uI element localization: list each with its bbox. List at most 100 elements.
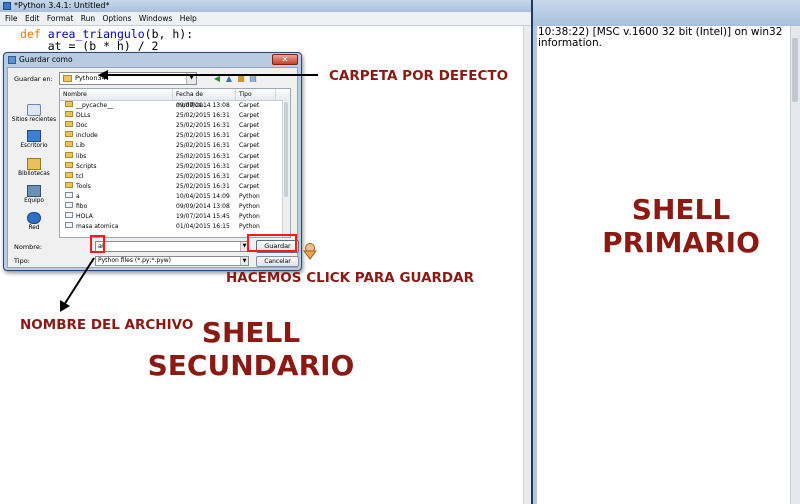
file-type: Carpet xyxy=(239,142,260,150)
filename-highlight-box xyxy=(90,235,105,253)
file-date: 25/02/2015 16:31 xyxy=(176,182,230,190)
code-line-2: at = (b * h) / 2 xyxy=(20,39,159,53)
file-date: 25/02/2015 16:31 xyxy=(176,122,230,130)
file-type: Carpet xyxy=(239,112,260,120)
libraries-icon xyxy=(27,158,41,170)
file-type: Carpet xyxy=(239,172,260,180)
folder-icon xyxy=(65,121,73,128)
shell-scrollbar[interactable] xyxy=(790,26,800,504)
annotation-click-to-save: HACEMOS CLICK PARA GUARDAR xyxy=(226,270,474,286)
place-network[interactable]: Red xyxy=(11,212,57,238)
place-libraries[interactable]: Bibliotecas xyxy=(11,158,57,184)
filetype-label: Tipo: xyxy=(14,257,30,265)
column-type[interactable]: Tipo xyxy=(236,89,276,100)
file-row[interactable]: fibo 09/09/2014 13:08 Python xyxy=(60,202,282,212)
file-name: tcl xyxy=(76,172,84,180)
shell-text: 10:38:22) [MSC v.1600 32 bit (Intel)] on… xyxy=(538,27,782,49)
file-row[interactable]: a 10/04/2015 14:09 Python xyxy=(60,191,282,202)
folder-icon xyxy=(65,111,73,118)
file-type: Carpet xyxy=(239,102,260,109)
desktop-icon xyxy=(27,130,41,142)
file-row[interactable]: HOLA 19/07/2014 15:45 Python xyxy=(60,212,282,222)
place-computer[interactable]: Equipo xyxy=(11,185,57,211)
file-type: Carpet xyxy=(239,132,260,140)
dialog-close-button[interactable]: ✕ xyxy=(272,54,298,65)
file-date: 25/02/2015 16:31 xyxy=(176,162,230,170)
file-row[interactable]: Scripts 25/02/2015 16:31 Carpet xyxy=(60,161,282,172)
file-list-scrollbar[interactable] xyxy=(282,100,290,237)
filetype-select[interactable]: Python files (*.py;*.pyw) ▼ xyxy=(95,256,249,266)
column-name[interactable]: Nombre xyxy=(60,89,173,100)
shell-output-area[interactable]: 10:38:22) [MSC v.1600 32 bit (Intel)] on… xyxy=(537,26,790,504)
save-button-highlight-box xyxy=(247,234,297,252)
menu-windows[interactable]: Windows xyxy=(139,12,172,25)
network-icon xyxy=(27,212,41,224)
file-row[interactable]: libs 25/02/2015 16:31 Carpet xyxy=(60,151,282,162)
back-icon[interactable]: ◀ xyxy=(212,74,222,83)
editor-menubar: File Edit Format Run Options Windows Hel… xyxy=(0,12,531,26)
file-list-scroll-thumb[interactable] xyxy=(284,102,288,197)
menu-file[interactable]: File xyxy=(5,12,18,25)
menu-format[interactable]: Format xyxy=(47,12,73,25)
file-type: Carpet xyxy=(239,182,260,190)
new-folder-icon[interactable]: ■ xyxy=(236,74,246,83)
folder-icon xyxy=(65,131,73,138)
place-desktop[interactable]: Escritorio xyxy=(11,130,57,156)
menu-help[interactable]: Help xyxy=(180,12,197,25)
filename-input[interactable]: at ▼ xyxy=(95,241,249,252)
python-file-icon xyxy=(65,222,73,229)
file-row[interactable]: __pycache__ 09/09/2014 13:08 Carpet xyxy=(60,101,282,111)
file-row[interactable]: masa atomica 01/04/2015 16:15 Python xyxy=(60,222,282,232)
recent-places-icon xyxy=(27,104,41,116)
hand-cursor-icon xyxy=(303,243,317,260)
file-type: Python xyxy=(239,213,260,221)
file-name: fibo xyxy=(76,203,88,210)
place-label: Red xyxy=(28,225,40,231)
annotation-primary-shell-line-2: PRIMARIO xyxy=(602,226,760,259)
file-type: Python xyxy=(239,192,260,200)
file-date: 09/09/2014 13:08 xyxy=(176,203,230,210)
file-name: Tools xyxy=(76,182,91,190)
dialog-title-bar[interactable]: Guardar como ✕ xyxy=(4,53,301,67)
place-label: Sitios recientes xyxy=(11,117,57,123)
menu-run[interactable]: Run xyxy=(81,12,95,25)
file-row[interactable]: DLLs 25/02/2015 16:31 Carpet xyxy=(60,111,282,121)
save-in-value: Python34 xyxy=(75,74,106,82)
chevron-down-icon[interactable]: ▼ xyxy=(240,257,248,265)
file-list-header: Nombre Fecha de modifica... Tipo xyxy=(60,89,290,109)
file-name: include xyxy=(76,132,98,140)
file-row[interactable]: Lib 25/02/2015 16:31 Carpet xyxy=(60,141,282,151)
places-bar: Sitios recientes Escritorio Bibliotecas … xyxy=(11,88,57,240)
file-date: 25/02/2015 16:31 xyxy=(176,152,230,160)
file-name: Scripts xyxy=(76,162,97,170)
file-date: 25/02/2015 16:31 xyxy=(176,142,230,150)
filename-label: Nombre: xyxy=(14,243,43,251)
place-recent[interactable]: Sitios recientes xyxy=(11,104,57,130)
annotation-primary-shell: SHELL PRIMARIO xyxy=(596,193,766,259)
up-folder-icon[interactable]: ▲ xyxy=(224,74,234,83)
view-menu-icon[interactable]: ▤ xyxy=(248,74,258,83)
file-name: Lib xyxy=(76,142,85,150)
menu-options[interactable]: Options xyxy=(102,12,131,25)
file-row[interactable]: Tools 25/02/2015 16:31 Carpet xyxy=(60,181,282,192)
cancel-button[interactable]: Cancelar xyxy=(256,256,299,267)
annotation-primary-shell-line-1: SHELL xyxy=(631,193,731,226)
save-in-dropdown[interactable]: Python34 ▼ xyxy=(59,72,197,85)
file-row[interactable]: Doc 25/02/2015 16:31 Carpet xyxy=(60,121,282,131)
editor-title-bar[interactable]: *Python 3.4.1: Untitled* xyxy=(0,0,531,12)
chevron-down-icon[interactable]: ▼ xyxy=(186,73,196,84)
file-type: Python xyxy=(239,203,260,210)
menu-edit[interactable]: Edit xyxy=(25,12,40,25)
file-name: masa atomica xyxy=(76,223,119,231)
folder-icon xyxy=(65,101,73,107)
shell-scroll-thumb[interactable] xyxy=(792,38,798,102)
file-row[interactable]: tcl 25/02/2015 16:31 Carpet xyxy=(60,171,282,182)
folder-icon xyxy=(65,151,73,158)
file-date: 01/04/2015 16:15 xyxy=(176,223,230,231)
editor-scrollbar[interactable] xyxy=(523,26,531,504)
file-name: a xyxy=(76,192,80,200)
file-list[interactable]: Nombre Fecha de modifica... Tipo __pycac… xyxy=(59,88,291,238)
file-name: Doc xyxy=(76,122,88,130)
file-row[interactable]: include 25/02/2015 16:31 Carpet xyxy=(60,131,282,141)
column-date[interactable]: Fecha de modifica... xyxy=(173,89,236,109)
